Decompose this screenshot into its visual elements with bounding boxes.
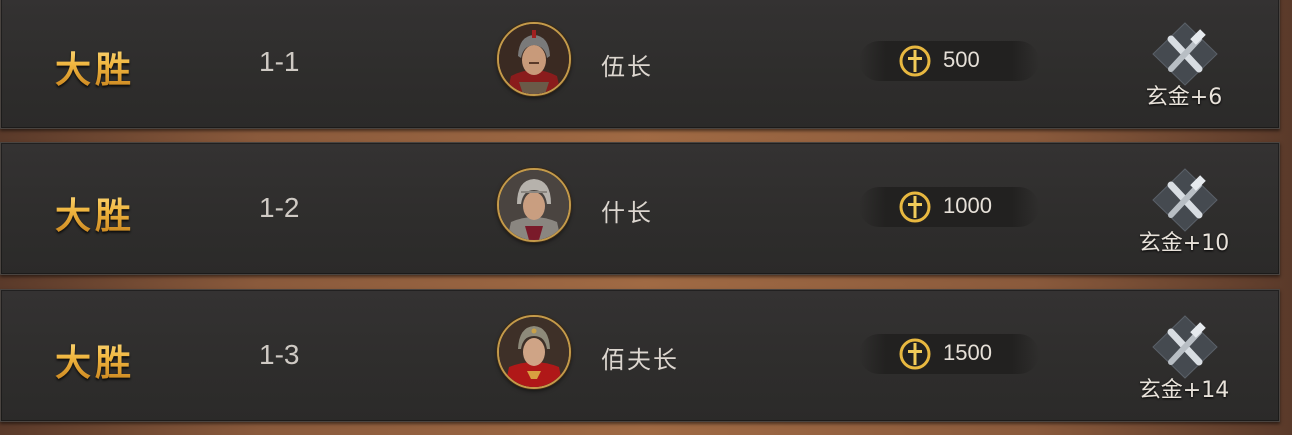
reward-label: 玄金+10 [1138,231,1230,256]
crossed-tools-icon [1152,22,1218,86]
sword-coin-icon [899,45,931,77]
coin-reward: 500 [859,41,1039,81]
stage-label: 1-2 [259,192,300,223]
coin-amount: 500 [943,47,980,72]
reward-label: 玄金+6 [1145,85,1223,110]
coin-amount: 1500 [943,340,992,365]
coin-amount: 1000 [943,193,992,218]
coin-reward: 1500 [859,334,1039,374]
reward-label: 玄金+14 [1138,378,1230,403]
result-label: 大胜 [55,334,135,386]
stage-label: 1-1 [259,46,300,77]
crossed-tools-icon [1152,168,1218,232]
rank-label: 什长 [601,199,653,227]
rank-label: 伍长 [601,53,653,81]
record-row: 大胜 1-1 伍长 500 玄金+6 [0,0,1280,129]
stage-label: 1-3 [259,339,300,370]
sword-coin-icon [899,338,931,370]
record-row: 大胜 1-2 什长 1000 玄金+10 [0,142,1280,275]
record-row: 大胜 1-3 佰夫长 1500 玄金+14 [0,289,1280,422]
rank-label: 佰夫长 [601,346,679,374]
coin-reward: 1000 [859,187,1039,227]
sword-coin-icon [899,191,931,223]
crossed-tools-icon [1152,315,1218,379]
commander-portrait [497,315,571,389]
result-label: 大胜 [55,187,135,239]
commander-portrait [497,22,571,96]
result-label: 大胜 [55,41,135,93]
commander-portrait [497,168,571,242]
